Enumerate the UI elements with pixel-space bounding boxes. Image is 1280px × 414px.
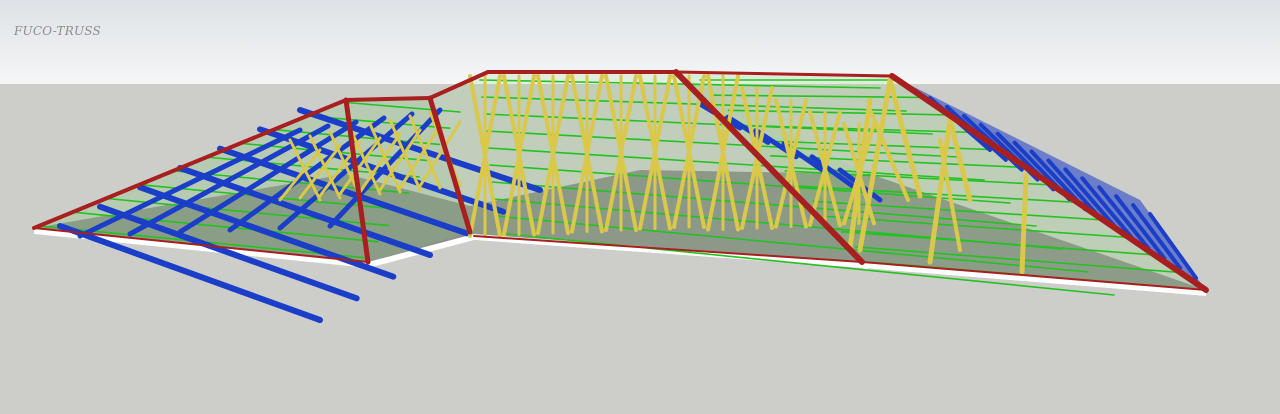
- roof-truss-model[interactable]: [0, 0, 1280, 414]
- viewport[interactable]: FUCO-TRUSS: [0, 0, 1280, 414]
- ridge-beam: [344, 96, 432, 102]
